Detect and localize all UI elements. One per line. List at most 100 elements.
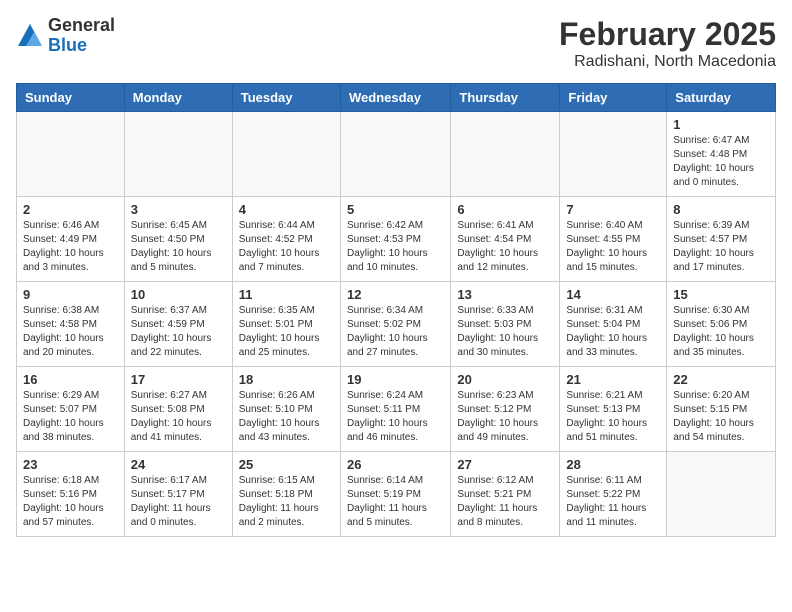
calendar-cell: 18 Sunrise: 6:26 AM Sunset: 5:10 PM Dayli… <box>232 367 340 452</box>
calendar-cell <box>232 112 340 197</box>
day-info: Sunrise: 6:34 AM Sunset: 5:02 PM Dayligh… <box>347 304 444 360</box>
calendar-cell: 7 Sunrise: 6:40 AM Sunset: 4:55 PM Daylig… <box>560 197 667 282</box>
logo-icon <box>16 22 44 50</box>
day-info: Sunrise: 6:23 AM Sunset: 5:12 PM Dayligh… <box>457 389 553 445</box>
day-info: Sunrise: 6:33 AM Sunset: 5:03 PM Dayligh… <box>457 304 553 360</box>
day-info: Sunrise: 6:17 AM Sunset: 5:17 PM Dayligh… <box>131 474 226 530</box>
calendar-cell <box>560 112 667 197</box>
day-info: Sunrise: 6:15 AM Sunset: 5:18 PM Dayligh… <box>239 474 334 530</box>
calendar-cell: 11Sunrise: 6:35 AM Sunset: 5:01 PM Dayli… <box>232 282 340 367</box>
calendar-cell: 17 Sunrise: 6:27 AM Sunset: 5:08 PM Dayli… <box>124 367 232 452</box>
logo-general: General <box>48 16 115 36</box>
calendar-cell: 13 Sunrise: 6:33 AM Sunset: 5:03 PM Dayli… <box>451 282 560 367</box>
calendar-cell: 26 Sunrise: 6:14 AM Sunset: 5:19 PM Dayli… <box>340 452 450 537</box>
day-info: Sunrise: 6:12 AM Sunset: 5:21 PM Dayligh… <box>457 474 553 530</box>
day-number: 3 <box>131 202 226 217</box>
calendar-cell: 21 Sunrise: 6:21 AM Sunset: 5:13 PM Dayli… <box>560 367 667 452</box>
title-block: February 2025 Radishani, North Macedonia <box>559 16 776 71</box>
calendar-week-row: 23 Sunrise: 6:18 AM Sunset: 5:16 PM Dayli… <box>17 452 776 537</box>
day-number: 23 <box>23 457 118 472</box>
calendar-cell: 8 Sunrise: 6:39 AM Sunset: 4:57 PM Daylig… <box>667 197 776 282</box>
day-number: 24 <box>131 457 226 472</box>
day-number: 22 <box>673 372 769 387</box>
calendar-cell: 20 Sunrise: 6:23 AM Sunset: 5:12 PM Dayli… <box>451 367 560 452</box>
logo-text: General Blue <box>48 16 115 56</box>
day-number: 17 <box>131 372 226 387</box>
day-info: Sunrise: 6:47 AM Sunset: 4:48 PM Dayligh… <box>673 134 769 190</box>
day-number: 25 <box>239 457 334 472</box>
day-number: 26 <box>347 457 444 472</box>
month-year-title: February 2025 <box>559 16 776 53</box>
day-info: Sunrise: 6:11 AM Sunset: 5:22 PM Dayligh… <box>566 474 660 530</box>
day-info: Sunrise: 6:24 AM Sunset: 5:11 PM Dayligh… <box>347 389 444 445</box>
day-info: Sunrise: 6:14 AM Sunset: 5:19 PM Dayligh… <box>347 474 444 530</box>
weekday-header: Tuesday <box>232 84 340 112</box>
calendar-cell: 2Sunrise: 6:46 AM Sunset: 4:49 PM Daylig… <box>17 197 125 282</box>
day-info: Sunrise: 6:27 AM Sunset: 5:08 PM Dayligh… <box>131 389 226 445</box>
day-number: 13 <box>457 287 553 302</box>
calendar-cell: 12Sunrise: 6:34 AM Sunset: 5:02 PM Dayli… <box>340 282 450 367</box>
calendar-cell <box>667 452 776 537</box>
calendar-cell <box>124 112 232 197</box>
calendar-cell <box>340 112 450 197</box>
calendar-cell: 24 Sunrise: 6:17 AM Sunset: 5:17 PM Dayli… <box>124 452 232 537</box>
day-number: 19 <box>347 372 444 387</box>
day-info: Sunrise: 6:26 AM Sunset: 5:10 PM Dayligh… <box>239 389 334 445</box>
day-number: 8 <box>673 202 769 217</box>
day-number: 2 <box>23 202 118 217</box>
calendar-cell <box>451 112 560 197</box>
logo-blue: Blue <box>48 36 115 56</box>
calendar-week-row: 9 Sunrise: 6:38 AM Sunset: 4:58 PM Daylig… <box>17 282 776 367</box>
day-info: Sunrise: 6:37 AM Sunset: 4:59 PM Dayligh… <box>131 304 226 360</box>
day-info: Sunrise: 6:41 AM Sunset: 4:54 PM Dayligh… <box>457 219 553 275</box>
day-info: Sunrise: 6:45 AM Sunset: 4:50 PM Dayligh… <box>131 219 226 275</box>
calendar-week-row: 2Sunrise: 6:46 AM Sunset: 4:49 PM Daylig… <box>17 197 776 282</box>
day-info: Sunrise: 6:38 AM Sunset: 4:58 PM Dayligh… <box>23 304 118 360</box>
day-number: 28 <box>566 457 660 472</box>
day-info: Sunrise: 6:39 AM Sunset: 4:57 PM Dayligh… <box>673 219 769 275</box>
weekday-header: Thursday <box>451 84 560 112</box>
day-info: Sunrise: 6:21 AM Sunset: 5:13 PM Dayligh… <box>566 389 660 445</box>
day-info: Sunrise: 6:30 AM Sunset: 5:06 PM Dayligh… <box>673 304 769 360</box>
calendar-cell: 23 Sunrise: 6:18 AM Sunset: 5:16 PM Dayli… <box>17 452 125 537</box>
calendar-cell: 5 Sunrise: 6:42 AM Sunset: 4:53 PM Daylig… <box>340 197 450 282</box>
day-number: 16 <box>23 372 118 387</box>
day-number: 7 <box>566 202 660 217</box>
calendar-cell: 4 Sunrise: 6:44 AM Sunset: 4:52 PM Daylig… <box>232 197 340 282</box>
day-number: 6 <box>457 202 553 217</box>
day-number: 20 <box>457 372 553 387</box>
day-number: 10 <box>131 287 226 302</box>
calendar-week-row: 1 Sunrise: 6:47 AM Sunset: 4:48 PM Daylig… <box>17 112 776 197</box>
calendar-cell: 1 Sunrise: 6:47 AM Sunset: 4:48 PM Daylig… <box>667 112 776 197</box>
day-number: 9 <box>23 287 118 302</box>
day-number: 18 <box>239 372 334 387</box>
weekday-header: Friday <box>560 84 667 112</box>
day-number: 5 <box>347 202 444 217</box>
day-number: 14 <box>566 287 660 302</box>
day-number: 27 <box>457 457 553 472</box>
day-number: 21 <box>566 372 660 387</box>
logo: General Blue <box>16 16 115 56</box>
weekday-header: Saturday <box>667 84 776 112</box>
calendar-week-row: 16 Sunrise: 6:29 AM Sunset: 5:07 PM Dayli… <box>17 367 776 452</box>
day-number: 11 <box>239 287 334 302</box>
weekday-header: Sunday <box>17 84 125 112</box>
calendar-cell: 19 Sunrise: 6:24 AM Sunset: 5:11 PM Dayli… <box>340 367 450 452</box>
calendar-cell: 28 Sunrise: 6:11 AM Sunset: 5:22 PM Dayli… <box>560 452 667 537</box>
calendar-header-row: SundayMondayTuesdayWednesdayThursdayFrid… <box>17 84 776 112</box>
location-title: Radishani, North Macedonia <box>559 53 776 71</box>
calendar-cell: 10 Sunrise: 6:37 AM Sunset: 4:59 PM Dayli… <box>124 282 232 367</box>
day-info: Sunrise: 6:18 AM Sunset: 5:16 PM Dayligh… <box>23 474 118 530</box>
calendar-cell: 22Sunrise: 6:20 AM Sunset: 5:15 PM Dayli… <box>667 367 776 452</box>
day-info: Sunrise: 6:42 AM Sunset: 4:53 PM Dayligh… <box>347 219 444 275</box>
day-number: 15 <box>673 287 769 302</box>
weekday-header: Monday <box>124 84 232 112</box>
day-number: 1 <box>673 117 769 132</box>
day-info: Sunrise: 6:40 AM Sunset: 4:55 PM Dayligh… <box>566 219 660 275</box>
page-header: General Blue February 2025 Radishani, No… <box>16 16 776 71</box>
day-info: Sunrise: 6:44 AM Sunset: 4:52 PM Dayligh… <box>239 219 334 275</box>
day-info: Sunrise: 6:29 AM Sunset: 5:07 PM Dayligh… <box>23 389 118 445</box>
calendar-table: SundayMondayTuesdayWednesdayThursdayFrid… <box>16 83 776 537</box>
day-number: 4 <box>239 202 334 217</box>
calendar-cell: 9 Sunrise: 6:38 AM Sunset: 4:58 PM Daylig… <box>17 282 125 367</box>
